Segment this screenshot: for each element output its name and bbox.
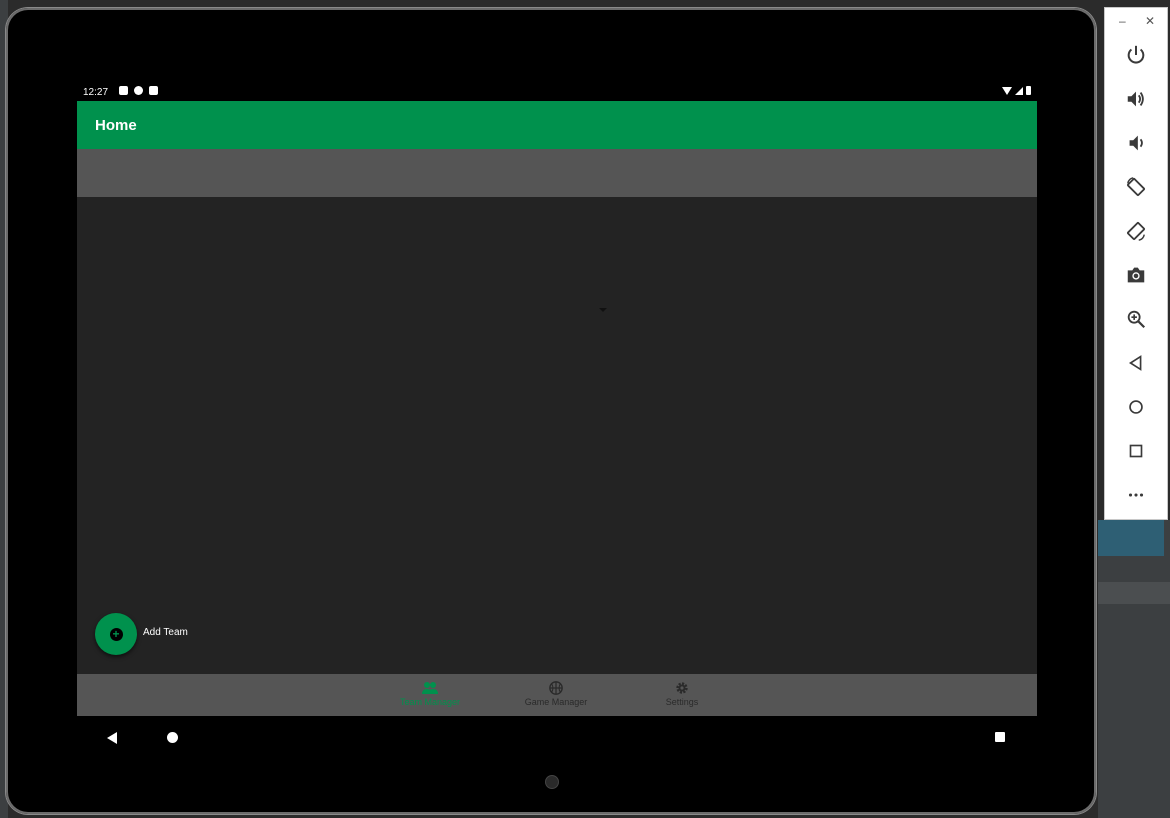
system-navigation-bar xyxy=(77,716,1037,758)
back-icon xyxy=(1128,355,1142,371)
nav-label-team-manager: Team Manager xyxy=(399,697,461,707)
system-recents-icon[interactable] xyxy=(995,732,1005,742)
ide-right-panel xyxy=(1098,520,1170,818)
overview-button[interactable] xyxy=(1121,436,1151,466)
power-button[interactable] xyxy=(1121,40,1151,70)
nav-label-game-manager: Game Manager xyxy=(524,697,588,707)
device-camera-icon xyxy=(545,775,559,789)
status-bar: 12:27 xyxy=(77,84,1037,101)
home-button[interactable] xyxy=(1121,392,1151,422)
rotate-left-icon xyxy=(1127,177,1145,196)
emulator-toolbar: – ✕ xyxy=(1104,7,1168,520)
gear-icon xyxy=(676,682,688,694)
ide-panel-highlight xyxy=(1098,520,1164,556)
main-content: + Add Team xyxy=(77,197,1037,674)
volume-down-button[interactable] xyxy=(1121,128,1151,158)
power-icon xyxy=(1127,45,1145,64)
plus-circle-icon: + xyxy=(109,627,123,641)
device-screen: 12:27 Home + Add Team Team Manager Game … xyxy=(77,84,1037,758)
add-team-button[interactable]: + xyxy=(95,613,137,655)
page-title: Home xyxy=(95,117,137,134)
back-button[interactable] xyxy=(1121,348,1151,378)
notification-icons xyxy=(119,86,158,95)
system-status-icons xyxy=(1002,86,1031,95)
volume-up-icon xyxy=(1127,91,1144,107)
ide-panel-band xyxy=(1098,582,1170,604)
system-home-icon[interactable] xyxy=(167,732,178,743)
sd-card-icon xyxy=(149,86,158,95)
camera-icon xyxy=(1127,267,1145,283)
home-icon xyxy=(1129,400,1143,414)
rotate-right-icon xyxy=(1127,222,1145,241)
notification-app-icon xyxy=(134,86,143,95)
signal-icon xyxy=(1015,86,1023,95)
team-selector-bar[interactable] xyxy=(77,149,1037,197)
rotate-right-button[interactable] xyxy=(1121,216,1151,246)
zoom-button[interactable] xyxy=(1121,304,1151,334)
app-bar: Home xyxy=(77,101,1037,149)
basketball-icon xyxy=(549,681,563,695)
system-back-icon[interactable] xyxy=(107,732,117,744)
battery-icon xyxy=(1026,86,1031,95)
more-icon xyxy=(1128,493,1144,497)
dropdown-arrow-icon[interactable] xyxy=(599,308,607,312)
nav-label-settings: Settings xyxy=(665,697,699,707)
zoom-in-icon xyxy=(1127,310,1146,329)
nav-item-settings[interactable]: Settings xyxy=(627,674,737,716)
nav-item-team-manager[interactable]: Team Manager xyxy=(375,674,485,716)
close-button[interactable]: ✕ xyxy=(1145,14,1155,28)
notification-a-icon xyxy=(119,86,128,95)
bottom-navigation: Team Manager Game Manager Settings xyxy=(77,674,1037,716)
volume-down-icon xyxy=(1129,135,1143,151)
status-time: 12:27 xyxy=(83,87,109,98)
rotate-left-button[interactable] xyxy=(1121,172,1151,202)
emulator-window-controls: – ✕ xyxy=(1105,12,1169,30)
nav-item-game-manager[interactable]: Game Manager xyxy=(501,674,611,716)
add-team-label: Add Team xyxy=(143,627,188,638)
overview-icon xyxy=(1129,444,1143,458)
minimize-button[interactable]: – xyxy=(1119,14,1126,28)
screenshot-button[interactable] xyxy=(1121,260,1151,290)
more-button[interactable] xyxy=(1121,480,1151,510)
people-icon xyxy=(422,682,438,694)
device-frame: 12:27 Home + Add Team Team Manager Game … xyxy=(6,8,1096,814)
wifi-icon xyxy=(1002,86,1012,95)
volume-up-button[interactable] xyxy=(1121,84,1151,114)
